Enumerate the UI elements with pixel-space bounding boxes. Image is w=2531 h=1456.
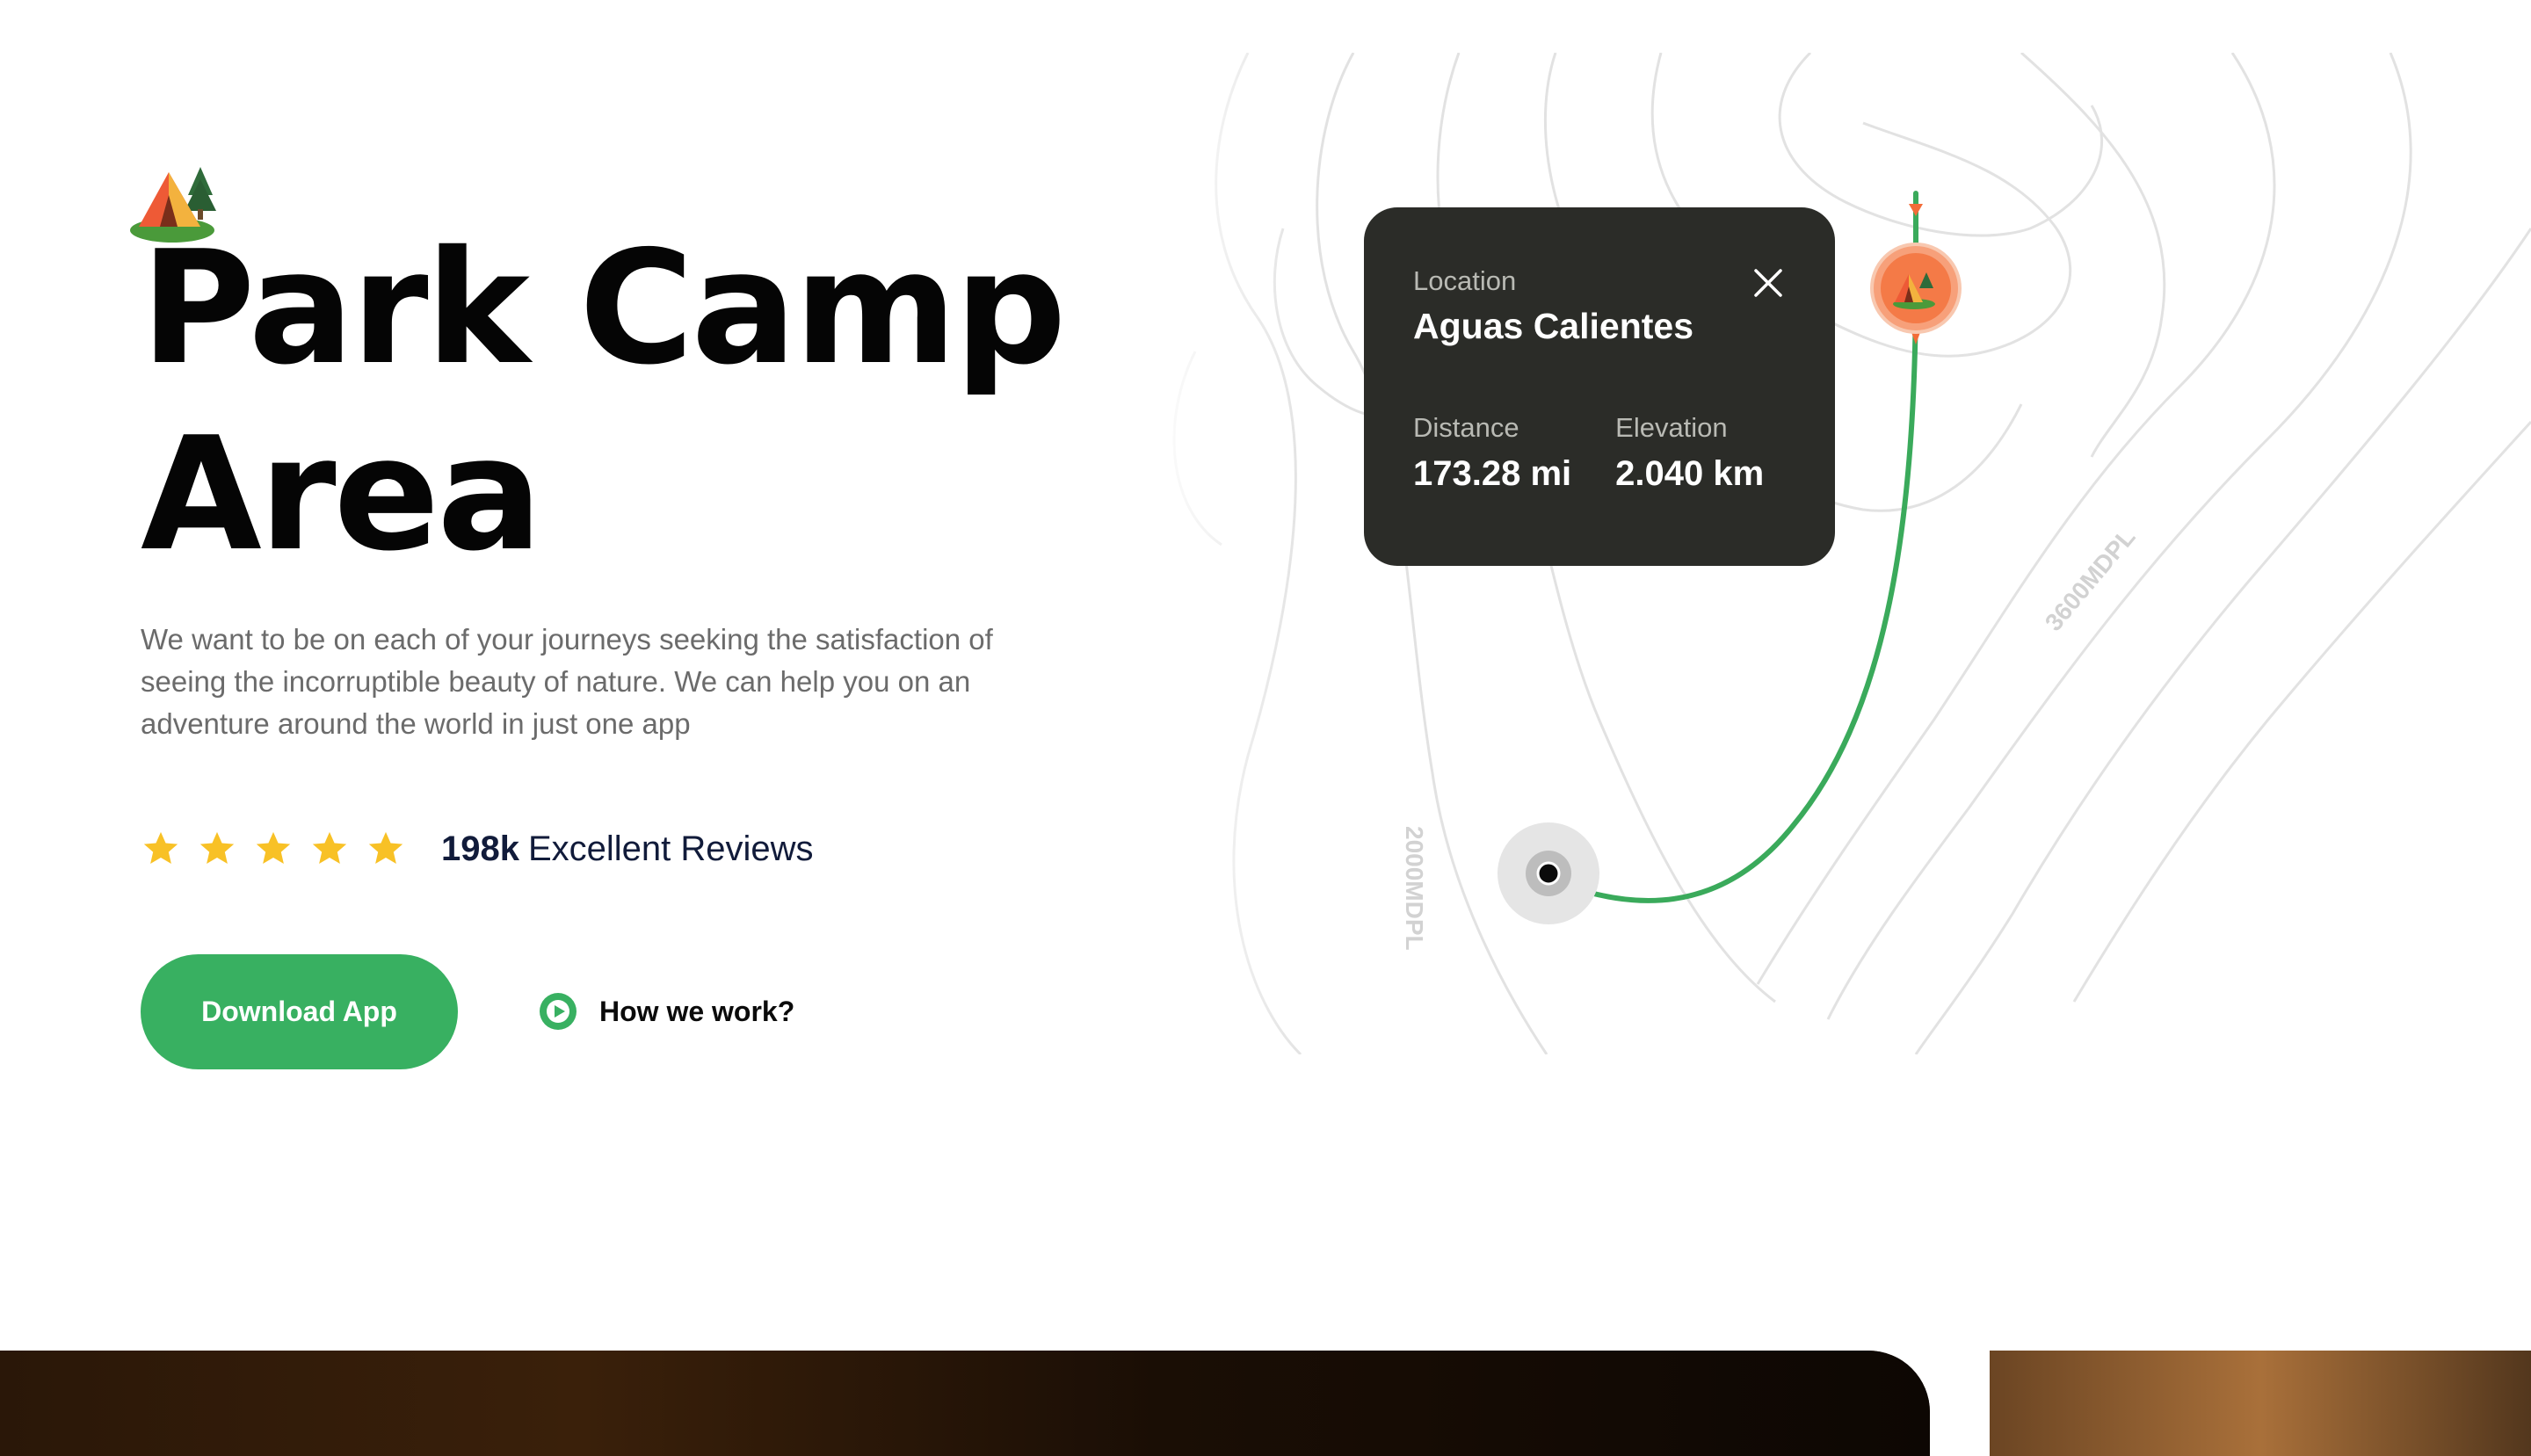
contour-label-2000: 2000MDPL xyxy=(1401,826,1428,951)
page-title: Park Camp Area xyxy=(141,215,1067,588)
play-icon xyxy=(540,993,577,1030)
location-info-card: Location Aguas Calientes Distance 173.28… xyxy=(1364,207,1835,566)
star-icon xyxy=(256,831,291,865)
location-label: Location xyxy=(1413,265,1517,296)
elevation-value: 2.040 km xyxy=(1615,454,1765,493)
title-line-1: Park Camp xyxy=(141,217,1067,399)
gallery-image-small xyxy=(1990,1351,2531,1456)
how-we-work-link[interactable]: How we work? xyxy=(540,993,794,1030)
distance-label: Distance xyxy=(1413,412,1519,443)
topographic-map: 2000MDPL 3600MDPL xyxy=(1142,51,2531,1056)
gallery-image-large xyxy=(0,1351,1930,1456)
reviews-count: 198k xyxy=(441,829,519,868)
star-icon xyxy=(143,831,178,865)
distance-stat: Distance 173.28 mi xyxy=(1413,412,1571,494)
close-icon[interactable] xyxy=(1751,265,1786,301)
rating-stars xyxy=(141,829,406,869)
download-app-button[interactable]: Download App xyxy=(141,954,458,1069)
destination-marker[interactable] xyxy=(1870,241,1962,344)
card-stats: Distance 173.28 mi Elevation 2.040 km xyxy=(1413,412,1786,494)
contour-lines: 2000MDPL 3600MDPL xyxy=(1142,51,2531,1056)
location-value: Aguas Calientes xyxy=(1413,306,1693,346)
distance-value: 173.28 mi xyxy=(1413,454,1572,493)
title-line-2: Area xyxy=(141,403,542,585)
hero-description: We want to be on each of your journeys s… xyxy=(141,623,993,740)
star-icon xyxy=(368,831,403,865)
reviews-text: 198k Excellent Reviews xyxy=(441,829,814,869)
star-icon xyxy=(199,831,235,865)
elevation-label: Elevation xyxy=(1615,412,1728,443)
current-position-icon[interactable] xyxy=(1498,822,1599,924)
star-icon xyxy=(312,831,347,865)
how-we-work-label: How we work? xyxy=(599,995,795,1027)
reviews-label: Excellent Reviews xyxy=(527,829,814,868)
tent-icon xyxy=(130,167,216,243)
rating-row: 198k Excellent Reviews xyxy=(141,824,814,873)
elevation-stat: Elevation 2.040 km xyxy=(1615,412,1764,494)
